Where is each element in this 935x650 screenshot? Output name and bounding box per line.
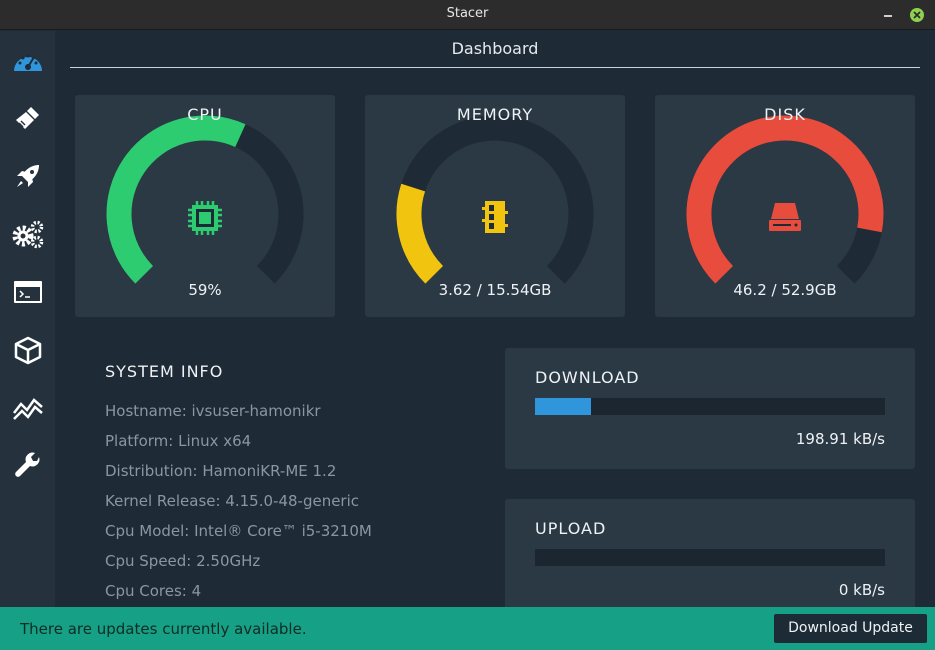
page-title: Dashboard [451, 39, 539, 58]
system-info-cpu-speed: Cpu Speed: 2.50GHz [105, 552, 261, 570]
sidebar-item-cleaner[interactable] [0, 89, 55, 147]
terminal-processes-icon [13, 281, 42, 303]
page-title-divider [70, 67, 920, 68]
cpu-gauge-card: CPU 59% [75, 95, 335, 317]
package-uninstaller-icon [14, 336, 41, 365]
system-info-kernel: Kernel Release: 4.15.0-48-generic [105, 492, 360, 510]
cpu-gauge-title: CPU [187, 105, 223, 124]
close-icon [913, 11, 921, 19]
system-info-panel: SYSTEM INFO Hostname: ivsuser-hamonikr P… [105, 362, 372, 611]
wrench-tools-icon [14, 452, 39, 477]
sidebar-item-processes[interactable] [0, 263, 55, 321]
download-title: DOWNLOAD [535, 368, 640, 387]
rocket-startup-icon [16, 165, 39, 187]
system-info-distribution: Distribution: HamoniKR-ME 1.2 [105, 462, 337, 480]
main-content: Dashboard CPU 59% MEMORY 3.62 / 15.54GB … [55, 31, 935, 620]
download-update-button[interactable]: Download Update [774, 614, 927, 643]
sidebar-item-services[interactable] [0, 205, 55, 263]
update-status-bar: There are updates currently available. D… [0, 607, 935, 650]
sidebar-item-tools[interactable] [0, 437, 55, 495]
disk-drive-icon [769, 203, 801, 231]
cpu-usage-value: 59% [188, 281, 222, 299]
memory-gauge-fill [396, 183, 444, 284]
disk-gauge-card: DISK 46.2 / 52.9GB [655, 95, 915, 317]
memory-usage-value: 3.62 / 15.54GB [438, 281, 552, 299]
sidebar-item-dashboard[interactable] [0, 31, 55, 89]
download-progress-bar [535, 398, 885, 415]
memory-ram-icon [482, 201, 508, 233]
window-title: Stacer [446, 6, 489, 21]
download-progress-fill [535, 398, 591, 415]
download-rate: 198.91 kB/s [795, 430, 885, 448]
broom-cleaner-icon [15, 107, 39, 129]
sidebar-item-uninstaller[interactable] [0, 321, 55, 379]
update-message: There are updates currently available. [20, 620, 307, 638]
disk-usage-value: 46.2 / 52.9GB [733, 281, 837, 299]
chart-resources-icon [12, 398, 43, 420]
memory-gauge-card: MEMORY 3.62 / 15.54GB [365, 95, 625, 317]
upload-progress-bar [535, 549, 885, 566]
system-info-cpu-model: Cpu Model: Intel® Core™ i5-3210M [105, 522, 372, 540]
upload-rate: 0 kB/s [838, 581, 885, 599]
system-info-heading: SYSTEM INFO [105, 362, 224, 381]
gears-services-icon [12, 220, 43, 249]
minimize-button[interactable] [882, 6, 894, 20]
memory-gauge-title: MEMORY [456, 105, 534, 124]
download-card: DOWNLOAD 198.91 kB/s [505, 348, 915, 469]
system-info-platform: Platform: Linux x64 [105, 432, 252, 450]
upload-card: UPLOAD 0 kB/s [505, 499, 915, 620]
cpu-chip-icon [188, 201, 222, 235]
upload-title: UPLOAD [535, 519, 607, 538]
dashboard-gauge-icon [13, 54, 42, 71]
close-button[interactable] [910, 8, 924, 22]
system-info-hostname: Hostname: ivsuser-hamonikr [105, 402, 321, 420]
sidebar-item-startup[interactable] [0, 147, 55, 205]
disk-gauge-title: DISK [764, 105, 806, 124]
window-titlebar: Stacer [0, 0, 935, 30]
sidebar-item-resources[interactable] [0, 379, 55, 437]
sidebar [0, 31, 55, 607]
